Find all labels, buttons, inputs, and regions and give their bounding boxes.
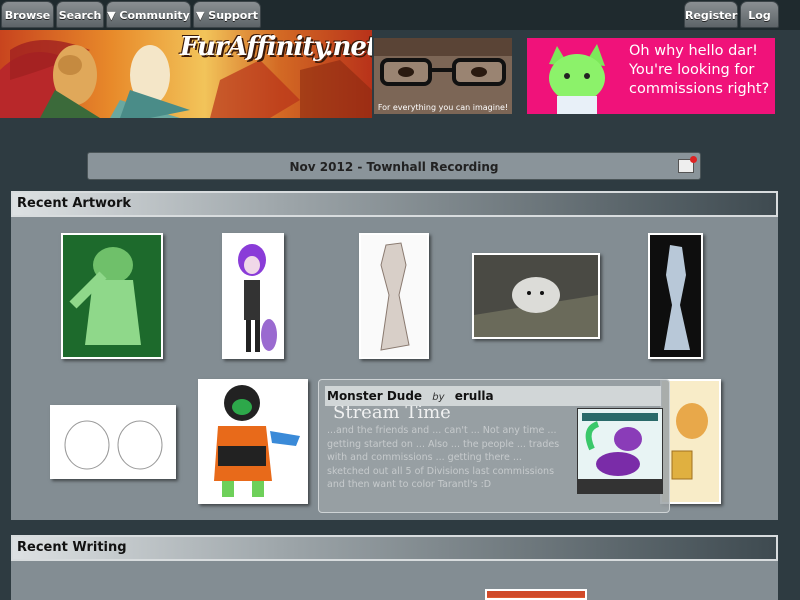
top-nav-bar: Browse Search ▼ Community ▼ Support Regi… bbox=[0, 0, 800, 49]
artwork-image bbox=[650, 235, 701, 357]
site-logo: FurAffinity.net bbox=[180, 32, 372, 62]
register-button[interactable]: Register bbox=[684, 1, 738, 28]
popup-thumbnail[interactable] bbox=[577, 408, 663, 494]
recent-artwork-header: Recent Artwork bbox=[11, 191, 778, 217]
popup-artist-name[interactable]: erulla bbox=[455, 389, 494, 403]
login-button[interactable]: Log In bbox=[740, 1, 779, 49]
banner-portrait: For everything you can imagine! bbox=[374, 38, 512, 114]
townhall-title: Nov 2012 - Townhall Recording bbox=[289, 160, 499, 174]
browse-button[interactable]: Browse bbox=[1, 1, 54, 28]
artwork-thumbnail[interactable] bbox=[61, 233, 163, 359]
ad-text: Oh why hello dar! You're looking for com… bbox=[629, 43, 770, 97]
writing-thumbnail[interactable] bbox=[485, 589, 587, 600]
artwork-thumbnail[interactable] bbox=[198, 379, 308, 504]
popup-artwork-title: Monster Dude bbox=[327, 389, 423, 403]
townhall-announcement[interactable]: Nov 2012 - Townhall Recording bbox=[87, 152, 701, 180]
community-menu-button[interactable]: ▼ Community bbox=[106, 1, 191, 28]
artwork-image bbox=[63, 235, 161, 357]
site-banner[interactable]: FurAffinity.net bbox=[0, 30, 372, 118]
ad-character-image bbox=[549, 44, 605, 114]
popup-artwork-image bbox=[578, 409, 662, 493]
artwork-thumbnail[interactable] bbox=[472, 253, 600, 339]
artwork-thumbnail[interactable] bbox=[222, 233, 284, 359]
artwork-image bbox=[200, 381, 306, 502]
artwork-thumbnail[interactable] bbox=[50, 405, 176, 479]
artwork-image bbox=[52, 407, 174, 477]
recent-writing-section: Recent Writing bbox=[11, 535, 778, 600]
popup-by-label: by bbox=[432, 392, 445, 403]
search-button[interactable]: Search bbox=[56, 1, 104, 28]
artwork-image bbox=[474, 255, 598, 337]
artwork-thumbnail[interactable] bbox=[359, 233, 429, 359]
artwork-preview-popup[interactable]: Stream Time Monster Dude by erulla ...an… bbox=[318, 379, 670, 513]
artwork-thumbnail[interactable] bbox=[648, 233, 703, 359]
commission-ad[interactable]: Oh why hello dar! You're looking for com… bbox=[527, 38, 775, 114]
popup-description: ...and the friends and ... can't ... Not… bbox=[327, 425, 560, 490]
popup-title-bar: Monster Dude by erulla bbox=[325, 386, 661, 406]
support-menu-button[interactable]: ▼ Support bbox=[193, 1, 261, 28]
close-icon[interactable] bbox=[678, 156, 697, 173]
artwork-image bbox=[361, 235, 427, 357]
artwork-image bbox=[224, 235, 282, 357]
banner-tagline: For everything you can imagine! bbox=[377, 103, 509, 112]
recent-writing-header: Recent Writing bbox=[11, 535, 778, 561]
artwork-image bbox=[662, 381, 719, 502]
